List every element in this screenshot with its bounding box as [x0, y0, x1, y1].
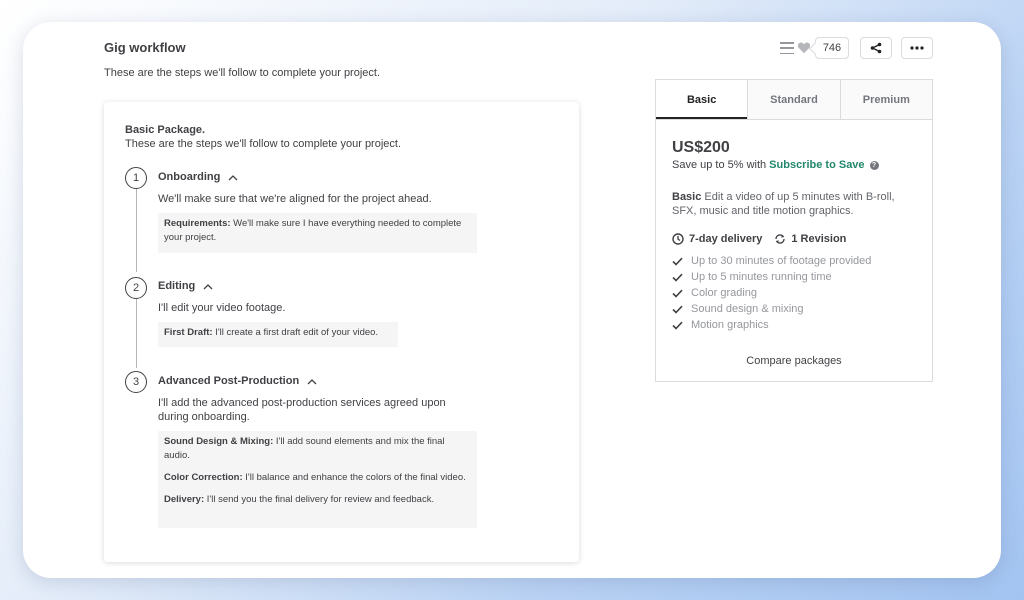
- feature-text: Sound design & mixing: [691, 303, 804, 315]
- detail-text: I'll create a first draft edit of your v…: [212, 327, 379, 338]
- workflow-card: Basic Package. These are the steps we'll…: [104, 102, 579, 562]
- list-item: Sound design & mixing: [672, 301, 871, 317]
- question-icon[interactable]: ?: [869, 160, 879, 170]
- timeline-line: [136, 188, 137, 272]
- revisions: 1 Revision: [774, 233, 846, 245]
- step-description: I'll add the advanced post-production se…: [158, 397, 446, 423]
- like-count: 746: [815, 37, 849, 59]
- tab-basic[interactable]: Basic: [656, 80, 748, 119]
- feature-text: Motion graphics: [691, 319, 769, 331]
- delivery-meta: 7-day delivery 1 Revision: [672, 233, 858, 245]
- detail-label: Color Correction:: [164, 472, 243, 483]
- check-icon: [672, 321, 683, 330]
- check-icon: [672, 257, 683, 266]
- step-header-editing[interactable]: Editing: [158, 280, 213, 292]
- share-button[interactable]: [860, 37, 892, 59]
- more-button[interactable]: [901, 37, 933, 59]
- step-title: Editing: [158, 280, 196, 292]
- save-line: Save up to 5% with Subscribe to Save ?: [672, 159, 879, 171]
- package-price: US$200: [672, 139, 730, 156]
- check-icon: [672, 305, 683, 314]
- detail-label: Delivery:: [164, 494, 205, 505]
- detail-text: I'll balance and enhance the colors of t…: [242, 472, 466, 483]
- chevron-up-icon[interactable]: [228, 174, 238, 181]
- save-prefix: Save up to 5% with: [672, 159, 767, 171]
- feature-text: Up to 30 minutes of footage provided: [691, 255, 872, 267]
- feature-text: Color grading: [691, 287, 758, 299]
- list-item: Up to 5 minutes running time: [672, 269, 871, 285]
- pricing-panel: Basic Standard Premium US$200 Save up to…: [655, 79, 933, 382]
- summary-text: Edit a video of up 5 minutes with B-roll…: [672, 191, 895, 217]
- step-title: Onboarding: [158, 171, 221, 183]
- step-details: Sound Design & Mixing: I'll add sound el…: [158, 431, 477, 528]
- timeline-line: [136, 298, 137, 368]
- clock-icon: [672, 233, 684, 245]
- list-item: Up to 30 minutes of footage provided: [672, 253, 871, 269]
- detail-label: Sound Design & Mixing:: [164, 436, 274, 447]
- feature-text: Up to 5 minutes running time: [691, 271, 832, 283]
- compare-packages-link[interactable]: Compare packages: [656, 355, 932, 367]
- check-icon: [672, 273, 683, 282]
- refresh-icon: [775, 234, 786, 244]
- page-subtitle: These are the steps we'll follow to comp…: [104, 67, 381, 79]
- step-header-onboarding[interactable]: Onboarding: [158, 171, 238, 183]
- step-header-post-production[interactable]: Advanced Post-Production: [158, 375, 317, 387]
- revisions-text: 1 Revision: [791, 233, 847, 245]
- list-icon[interactable]: [780, 42, 794, 54]
- more-dots-icon: [910, 46, 924, 50]
- detail-label: Requirements:: [164, 218, 231, 229]
- tab-premium[interactable]: Premium: [839, 80, 932, 119]
- summary-label: Basic: [672, 191, 702, 203]
- delivery-time: 7-day delivery: [672, 233, 762, 245]
- detail-text: I'll send you the final delivery for rev…: [204, 494, 435, 505]
- list-item: Motion graphics: [672, 317, 871, 333]
- page-title: Gig workflow: [104, 40, 186, 55]
- tab-standard[interactable]: Standard: [747, 80, 840, 119]
- package-description: These are the steps we'll follow to comp…: [125, 138, 402, 150]
- share-icon: [870, 42, 882, 54]
- step-description: We'll make sure that we're aligned for t…: [158, 193, 432, 205]
- subscribe-link[interactable]: Subscribe to Save: [769, 159, 864, 171]
- step-title: Advanced Post-Production: [158, 375, 300, 387]
- detail-label: First Draft:: [164, 327, 213, 338]
- step-number: 3: [125, 371, 147, 393]
- step-details: First Draft: I'll create a first draft e…: [158, 322, 398, 347]
- step-description: I'll edit your video footage.: [158, 302, 286, 314]
- package-summary: Basic Edit a video of up 5 minutes with …: [672, 190, 922, 218]
- feature-list: Up to 30 minutes of footage provided Up …: [672, 253, 871, 333]
- step-number: 2: [125, 277, 147, 299]
- chevron-up-icon[interactable]: [307, 378, 317, 385]
- package-title: Basic Package.: [125, 124, 206, 136]
- step-details: Requirements: We'll make sure I have eve…: [158, 213, 477, 253]
- chevron-up-icon[interactable]: [203, 283, 213, 290]
- delivery-text: 7-day delivery: [689, 233, 763, 245]
- step-number: 1: [125, 167, 147, 189]
- package-tabs: Basic Standard Premium: [656, 80, 932, 120]
- list-item: Color grading: [672, 285, 871, 301]
- check-icon: [672, 289, 683, 298]
- top-actions: 746: [780, 37, 849, 59]
